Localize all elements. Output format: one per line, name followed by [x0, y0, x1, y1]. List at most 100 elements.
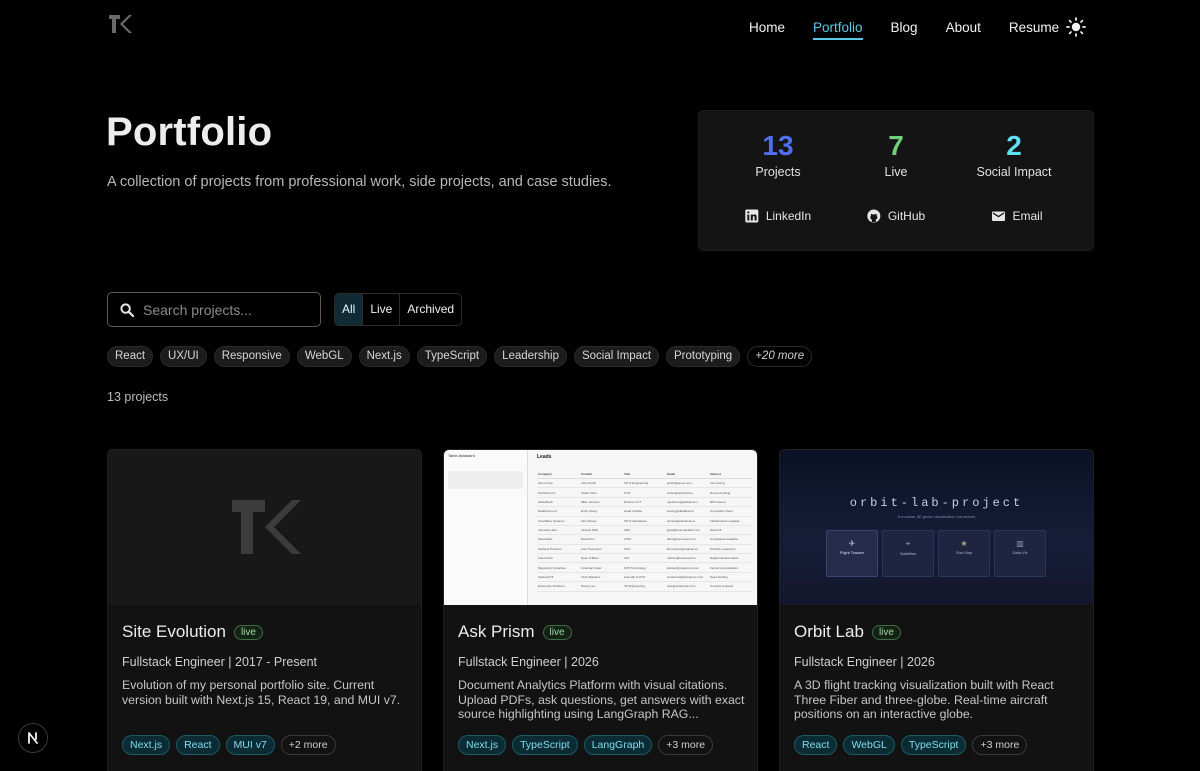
- stat-social-impact: 2 Social Impact: [948, 129, 1080, 179]
- project-card-ask-prism[interactable]: Table Assistant Leads Company Contact Titl…: [443, 449, 758, 771]
- nav-portfolio[interactable]: Portfolio: [813, 20, 863, 40]
- email-link[interactable]: Email: [991, 209, 1043, 223]
- star-icon: ★: [960, 539, 968, 548]
- thumb-tile-label: Star Map: [955, 550, 973, 555]
- stat-value: 7: [888, 130, 904, 161]
- thumb-table-cell: Innovate Labs: [537, 525, 580, 536]
- thumb-table-cell: CIO: [623, 553, 666, 564]
- nav-about[interactable]: About: [946, 20, 981, 35]
- thumb-table-row: Enterprise Solutions Nancy Lee VP Engineer…: [537, 581, 752, 592]
- more-chip: +3 more: [658, 735, 714, 755]
- thumb-table-cell: Lisa Thompson: [580, 544, 623, 555]
- project-description: Evolution of my personal portfolio site.…: [122, 678, 401, 707]
- tag-social-impact[interactable]: Social Impact: [573, 346, 660, 367]
- thumb-table-row: SecureNet David Kim CISO dkim@securenet.com…: [537, 534, 752, 545]
- thumb-table: Company Contact Title Email Interest Acme Co…: [537, 470, 752, 592]
- link-label: GitHub: [887, 209, 926, 223]
- stat-label: Live: [884, 164, 908, 179]
- thumb-table-row: FutureTech Ryan O'Brien CIO robrien@futuret…: [537, 553, 752, 564]
- thumb-table-cell: cmartinez@startupxyz.com: [666, 572, 709, 583]
- tag-react[interactable]: React: [107, 346, 154, 367]
- stat-live: 7 Live: [830, 129, 962, 179]
- stat-projects: 13 Projects: [712, 129, 844, 179]
- thumb-table-cell: Mike Johnson: [580, 497, 623, 508]
- search-icon: [120, 302, 134, 317]
- thumb-table-cell: afoster@megacorp.com: [666, 562, 709, 573]
- thumb-tile-label: Flight Tracker: [839, 550, 865, 555]
- stat-value: 13: [762, 130, 794, 161]
- project-role: Fullstack Engineer | 2017 - Present: [122, 655, 318, 669]
- tech-chip: TypeScript: [900, 735, 967, 755]
- thumb-table-row: CloudNine Systems Alex Rivera VP of Operat…: [537, 516, 752, 526]
- github-icon: [867, 209, 881, 223]
- thumb-table-cell: schen@techstart.io: [666, 487, 709, 498]
- tag-nextjs[interactable]: Next.js: [358, 346, 410, 367]
- thumb-tile-label: Data Viz: [1012, 550, 1028, 555]
- more-chip: +3 more: [972, 735, 1028, 755]
- nav-resume[interactable]: Resume: [1009, 20, 1059, 35]
- project-title: Ask Prism: [458, 622, 535, 641]
- thumb-table-row: GlobalTech Mike Johnson Director of IT mjoh…: [537, 497, 752, 508]
- thumb-table-cell: Seed funding: [709, 572, 752, 583]
- more-chip: +2 more: [280, 735, 336, 755]
- thumb-table-row: StartupXYZ Chris Martinez Founder & CTO cma…: [537, 572, 752, 583]
- tag-responsive[interactable]: Responsive: [213, 346, 290, 367]
- thumb-table-header: Email: [666, 470, 709, 479]
- thumb-table-cell: Ryan O'Brien: [580, 553, 623, 564]
- thumb-table-row: TechStart Inc Sarah Chen CTO schen@techstar…: [537, 487, 752, 498]
- tech-chip: Next.js: [458, 735, 507, 755]
- tag-prototyping[interactable]: Prototyping: [666, 346, 741, 367]
- nav-blog[interactable]: Blog: [891, 20, 918, 35]
- tech-chip: React: [176, 735, 220, 755]
- thumb-table-header: Title: [623, 470, 666, 479]
- status-filter: All Live Archived: [334, 293, 463, 326]
- tag-typescript[interactable]: TypeScript: [416, 346, 488, 367]
- filter-live[interactable]: Live: [363, 294, 401, 325]
- thumb-table-row: Acme Corp John Smith VP of Engineering jsmi…: [537, 478, 752, 489]
- thumb-table-cell: Vendor consolidation: [709, 562, 752, 573]
- thumb-table-header: Company: [537, 470, 580, 479]
- thumb-table-row: ScaleUp Partners Lisa Thompson CFO lthompso…: [537, 544, 752, 555]
- thumb-table-cell: Contract renewal: [709, 581, 752, 592]
- thumb-table-cell: CFO: [623, 544, 666, 555]
- thumb-tile: ⌖ Satellites: [882, 530, 934, 577]
- thumb-table-cell: Recent funding: [709, 487, 752, 498]
- stats-card: 13 Projects 7 Live 2 Social Impact Linke…: [698, 110, 1094, 251]
- search-input[interactable]: [143, 301, 303, 318]
- site-logo-icon[interactable]: [108, 14, 132, 34]
- linkedin-link[interactable]: LinkedIn: [745, 209, 811, 223]
- site-logo-icon: [232, 500, 301, 554]
- tag-ux-ui[interactable]: UX/UI: [160, 346, 207, 367]
- thumb-table-cell: SVP Technology: [623, 562, 666, 573]
- nextjs-dev-badge[interactable]: [18, 723, 48, 753]
- project-thumbnail: orbit-lab-project A modular 3D globe vis…: [780, 450, 1093, 605]
- plane-icon: ✈: [848, 539, 856, 548]
- project-title: Site Evolution: [122, 622, 226, 641]
- main-nav: Home Portfolio Blog About Resume: [749, 20, 1087, 40]
- filter-all[interactable]: All: [335, 294, 364, 325]
- thumb-table-cell: RFP issued: [709, 497, 752, 508]
- thumb-table-cell: ewong@dataflow.co: [666, 506, 709, 517]
- tag-leadership[interactable]: Leadership: [494, 346, 567, 367]
- nav-home[interactable]: Home: [749, 20, 785, 35]
- thumb-table-cell: Acme Corp: [537, 478, 580, 489]
- filter-archived[interactable]: Archived: [400, 294, 461, 325]
- sun-icon[interactable]: [1066, 17, 1086, 37]
- thumb-table-cell: ScaleUp Partners: [537, 544, 580, 555]
- project-role: Fullstack Engineer | 2026: [458, 655, 599, 669]
- search-box: [107, 292, 321, 327]
- thumb-table-cell: Infrastructure upgrade: [709, 516, 752, 526]
- thumb-table-cell: use pricing: [709, 478, 752, 489]
- tag-webgl[interactable]: WebGL: [296, 346, 352, 367]
- thumb-table-cell: Compliance deadline: [709, 534, 752, 545]
- thumb-table-cell: Enterprise Solutions: [537, 581, 580, 592]
- thumb-table-cell: Competitor churn: [709, 506, 752, 517]
- tech-chip: TypeScript: [512, 735, 578, 755]
- thumb-table-cell: TechStart Inc: [537, 487, 580, 498]
- project-card-site-evolution[interactable]: Site Evolution live Fullstack Engineer |…: [107, 449, 422, 771]
- project-card-orbit-lab[interactable]: orbit-lab-project A modular 3D globe vis…: [779, 449, 1094, 771]
- project-thumbnail: Table Assistant Leads Company Contact Titl…: [444, 450, 757, 605]
- tag-more[interactable]: +20 more: [747, 346, 813, 367]
- github-link[interactable]: GitHub: [867, 209, 925, 223]
- email-icon: [991, 211, 1005, 221]
